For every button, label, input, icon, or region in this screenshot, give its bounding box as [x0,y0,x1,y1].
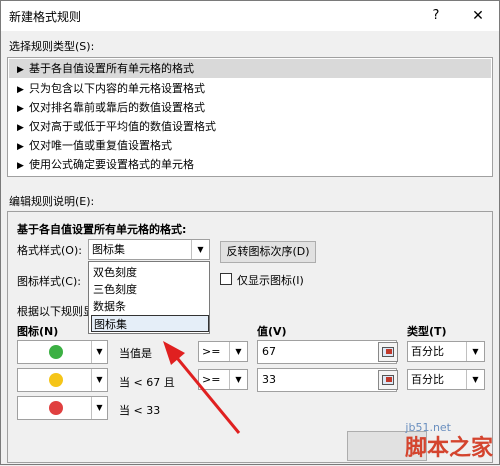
annotation-arrow-icon [163,341,241,434]
watermark-logo: 脚本之家 [404,436,493,461]
new-format-rule-dialog: 新建格式规则 ? ✕ 选择规则类型(S): ▶ 基于各自值设置所有单元格的格式 ▶… [0,0,500,465]
